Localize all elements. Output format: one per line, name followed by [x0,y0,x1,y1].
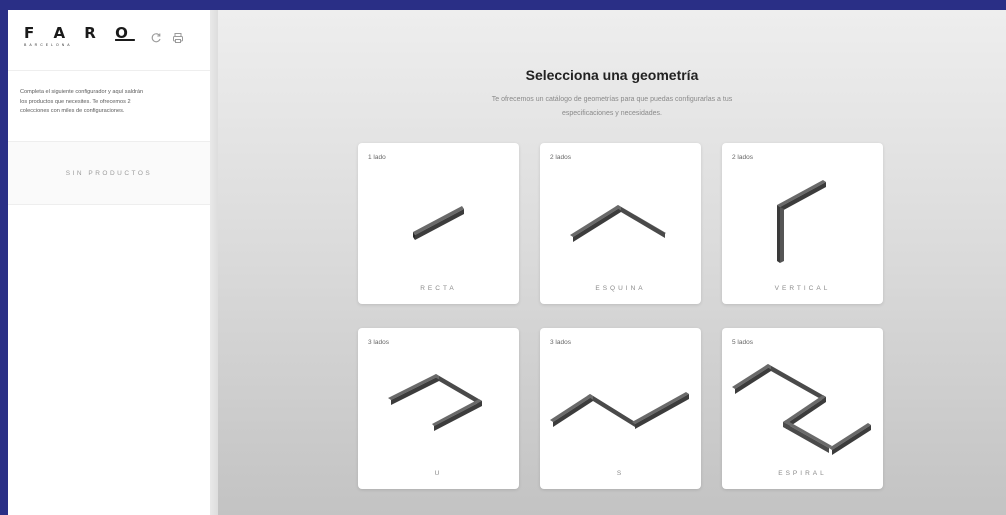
card-geometry-name: ESPIRAL [778,470,827,477]
faro-logo: F A R O BARCELONA [24,24,135,48]
geometry-selection-panel: Selecciona una geometría Te ofrecemos un… [218,10,1006,515]
description-line: colecciones con miles de configuraciones… [20,108,125,114]
card-geometry-name: RECTA [420,285,457,292]
geometry-card-esquina[interactable]: 2 lados ESQUINA [540,143,701,304]
description-line: Completa el siguiente configurador y aqu… [20,89,144,95]
refresh-icon[interactable] [150,32,162,44]
corner-geometry-icon [570,205,666,242]
geometry-card-recta[interactable]: 1 lado RECTA [358,143,519,304]
geometry-card-espiral[interactable]: 5 lados ESPIRAL [722,328,883,489]
header-icons [150,32,184,44]
vertical-geometry-icon [777,180,826,263]
u-geometry-icon [388,374,482,431]
geometry-card-vertical[interactable]: 2 lados VERTICAL [722,143,883,304]
s-geometry-icon [550,392,689,429]
description-line: los productos que necesites. Te ofrecemo… [20,98,131,105]
configurator-description: Completa el siguiente configurador y aqu… [8,71,210,142]
spiral-geometry-icon [732,364,871,455]
logo-subtext: BARCELONA [24,43,73,47]
sidebar: F A R O BARCELONA Completa el siguiente … [8,10,210,515]
logo-wordmark: F A R O [24,24,135,42]
geometry-card-u[interactable]: 3 lados U [358,328,519,489]
print-icon[interactable] [172,32,184,44]
panel-divider[interactable] [210,10,218,515]
configurator-window: F A R O BARCELONA Completa el siguiente … [8,10,1006,515]
card-geometry-name: U [434,470,443,477]
straight-geometry-icon [413,206,464,240]
card-geometry-name: ESQUINA [595,285,646,292]
card-geometry-name: VERTICAL [774,285,831,292]
no-products-label: SIN PRODUCTOS [8,142,210,205]
page-subtitle: Te ofrecemos un catálogo de geometrías p… [491,96,733,117]
geometry-card-s[interactable]: 3 lados S [540,328,701,489]
page-title: Selecciona una geometría [525,67,699,83]
sidebar-header: F A R O BARCELONA [8,10,210,71]
card-geometry-name: S [616,470,625,477]
